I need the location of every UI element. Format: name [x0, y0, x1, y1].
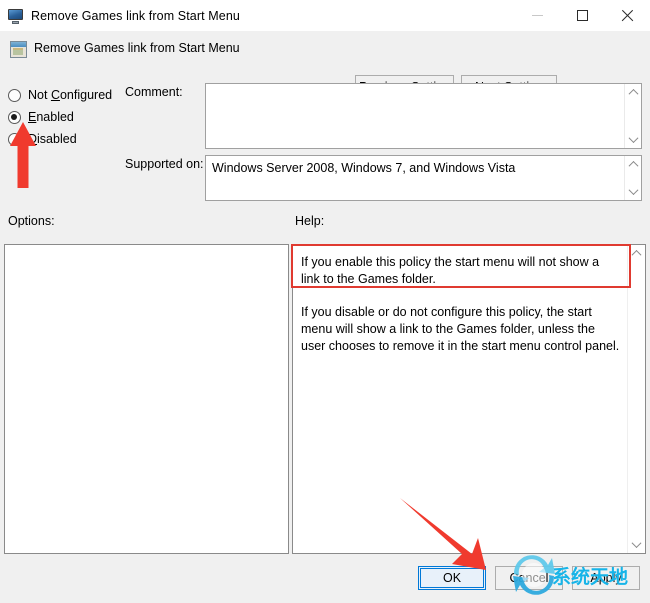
supported-on-value: Windows Server 2008, Windows 7, and Wind…: [212, 161, 516, 175]
radio-label-enabled: Enabled: [28, 110, 74, 124]
title-bar: Remove Games link from Start Menu: [0, 0, 650, 31]
apply-button[interactable]: Apply: [572, 566, 640, 590]
radio-label-disabled: Disabled: [28, 132, 77, 146]
scroll-down-icon[interactable]: [625, 184, 641, 199]
supported-on-textarea[interactable]: Windows Server 2008, Windows 7, and Wind…: [205, 155, 642, 201]
scroll-up-icon[interactable]: [628, 246, 644, 261]
options-pane[interactable]: [4, 244, 289, 554]
scroll-down-icon[interactable]: [628, 537, 644, 552]
cancel-button[interactable]: Cancel: [495, 566, 563, 590]
comment-scrollbar[interactable]: [624, 84, 641, 148]
comment-label: Comment:: [125, 85, 183, 99]
maximize-button[interactable]: [560, 0, 605, 31]
help-pane[interactable]: If you enable this policy the start menu…: [292, 244, 646, 554]
scroll-down-icon[interactable]: [625, 132, 641, 147]
minimize-icon: [532, 15, 543, 16]
ok-button[interactable]: OK: [418, 566, 486, 590]
window-controls: [515, 0, 650, 31]
close-button[interactable]: [605, 0, 650, 31]
radio-mark-disabled: [8, 132, 21, 146]
radio-label-not-configured: Not Configured: [28, 88, 113, 102]
window-title: Remove Games link from Start Menu: [31, 8, 240, 23]
radio-not-configured[interactable]: Not Configured: [8, 84, 128, 106]
minimize-button[interactable]: [515, 0, 560, 31]
policy-state-radio-group: Not Configured Enabled Disabled: [8, 84, 128, 150]
help-text-body: If you enable this policy the start menu…: [293, 245, 628, 371]
radio-disabled[interactable]: Disabled: [8, 128, 128, 150]
help-scrollbar[interactable]: [627, 245, 645, 553]
options-label: Options:: [8, 214, 55, 228]
setting-header: Remove Games link from Start Menu Previo…: [0, 31, 650, 98]
policy-setting-icon: [10, 41, 27, 58]
help-label: Help:: [295, 214, 325, 228]
scroll-up-icon[interactable]: [625, 157, 641, 172]
close-icon: [621, 9, 634, 22]
setting-title: Remove Games link from Start Menu: [34, 41, 240, 55]
supported-on-scrollbar[interactable]: [624, 156, 641, 200]
help-paragraph-2: If you disable or do not configure this …: [301, 305, 620, 353]
radio-enabled[interactable]: Enabled: [8, 106, 128, 128]
radio-mark-enabled: [8, 110, 21, 124]
help-paragraph-1: If you enable this policy the start menu…: [301, 255, 600, 286]
monitor-icon: [8, 8, 24, 24]
maximize-icon: [577, 10, 588, 21]
supported-on-label: Supported on:: [125, 157, 204, 171]
scroll-up-icon[interactable]: [625, 85, 641, 100]
comment-textarea[interactable]: [205, 83, 642, 149]
group-policy-setting-dialog: Remove Games link from Start Menu Remove…: [0, 0, 650, 600]
radio-mark-not-configured: [8, 88, 21, 102]
